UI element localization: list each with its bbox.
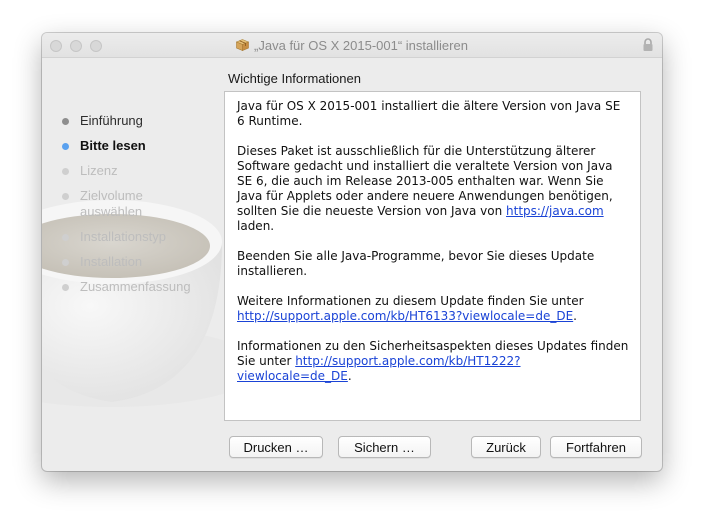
back-button[interactable]: Zurück [471, 436, 541, 458]
step-summary: Zusammenfassung [57, 279, 191, 295]
paragraph-tail: . [347, 369, 352, 383]
step-status-dot [62, 234, 69, 241]
step-status-dot [62, 259, 69, 266]
paragraph-tail: laden. [237, 219, 275, 233]
paragraph-text: Weitere Informationen zu diesem Update f… [237, 294, 584, 308]
step-label-line2: auswählen [80, 204, 143, 219]
step-read-me: Bitte lesen [57, 138, 191, 154]
continue-button[interactable]: Fortfahren [550, 436, 642, 458]
step-label: Zielvolume [80, 188, 143, 203]
read-me-text-panel[interactable]: Java für OS X 2015-001 installiert die ä… [224, 91, 641, 421]
paragraph-details: Dieses Paket ist ausschließlich für die … [237, 144, 630, 234]
step-license: Lizenz [57, 163, 191, 179]
paragraph-security-info: Informationen zu den Sicherheitsaspekten… [237, 339, 630, 384]
print-button[interactable]: Drucken … [229, 436, 323, 458]
section-title: Wichtige Informationen [228, 71, 361, 86]
step-status-dot [62, 284, 69, 291]
paragraph-quit-java: Beenden Sie alle Java-Programme, bevor S… [237, 249, 595, 278]
paragraph-more-info: Weitere Informationen zu diesem Update f… [237, 294, 630, 324]
paragraph-tail: . [573, 309, 577, 323]
save-button[interactable]: Sichern … [338, 436, 431, 458]
step-label: Einführung [80, 113, 143, 128]
support-link-ht6133[interactable]: http://support.apple.com/kb/HT6133?viewl… [237, 309, 573, 323]
step-label: Installation [80, 254, 143, 269]
step-label: Installationstyp [80, 229, 166, 244]
step-status-dot [62, 168, 69, 175]
step-status-dot [62, 193, 69, 200]
title-bar: „Java für OS X 2015-001“ installieren [42, 33, 662, 58]
installer-steps-list: Einführung Bitte lesen Lizenz Zielvolume… [57, 113, 191, 304]
step-destination: Zielvolume auswählen [57, 188, 191, 220]
window-title: „Java für OS X 2015-001“ installieren [254, 37, 468, 53]
paragraph-intro: Java für OS X 2015-001 installiert die ä… [237, 99, 621, 128]
step-label: Lizenz [80, 163, 118, 178]
step-installation-type: Installationstyp [57, 229, 191, 245]
package-icon [236, 39, 250, 51]
step-status-dot [62, 118, 69, 125]
step-installation: Installation [57, 254, 191, 270]
step-label: Zusammenfassung [80, 279, 191, 294]
java-link[interactable]: https://java.com [506, 204, 604, 218]
lock-icon [643, 38, 653, 51]
step-introduction: Einführung [57, 113, 191, 129]
step-status-dot [62, 143, 69, 150]
window-title-area: „Java für OS X 2015-001“ installieren [42, 33, 662, 57]
step-label: Bitte lesen [80, 138, 146, 153]
installer-window: „Java für OS X 2015-001“ installieren Ei… [42, 33, 662, 471]
